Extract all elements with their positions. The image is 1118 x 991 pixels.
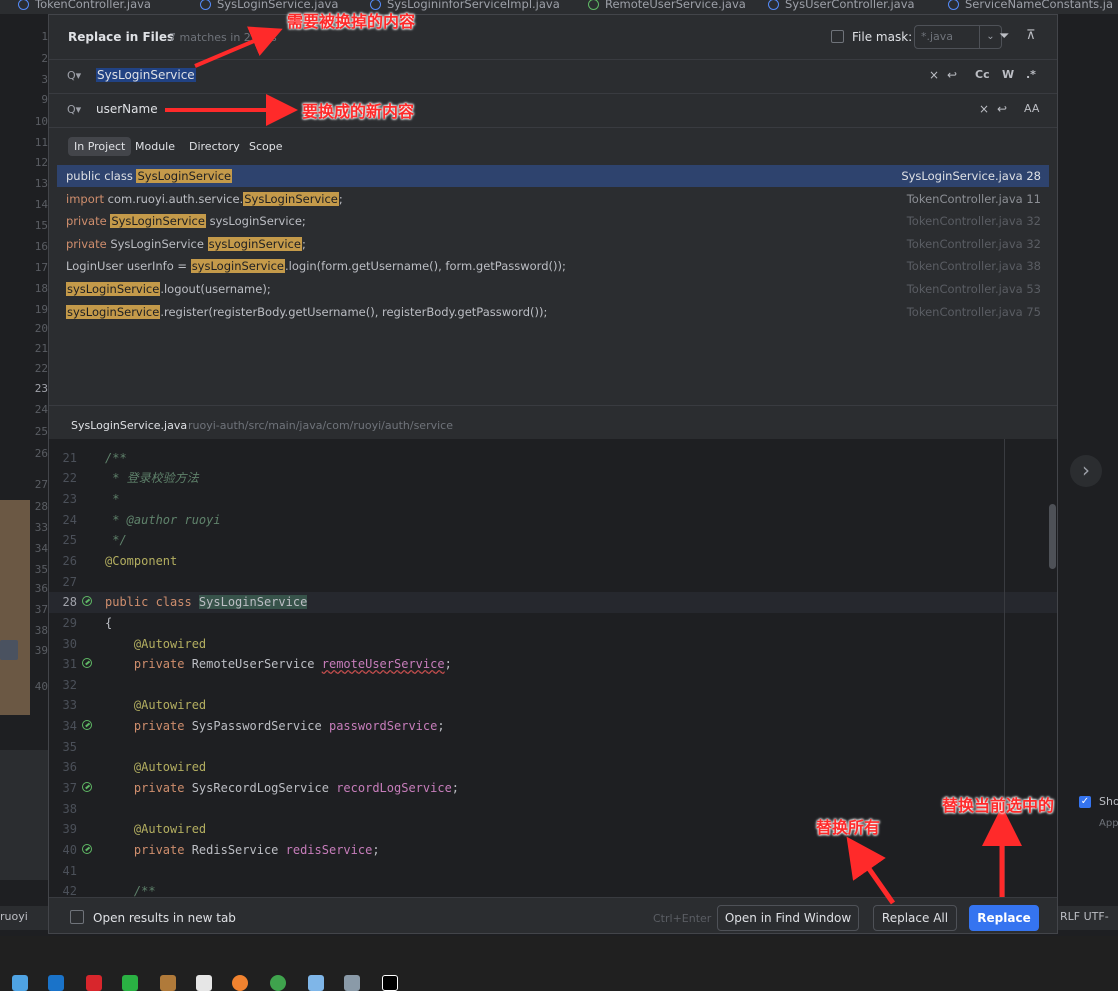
annotation-replace: 要换成的新内容 bbox=[302, 102, 415, 121]
annotation-replace-one: 替换当前选中的 bbox=[942, 796, 1055, 815]
annotation-arrows bbox=[165, 26, 1022, 905]
annotation-replace-all: 替换所有 bbox=[816, 818, 881, 837]
arrow-to-replace-all bbox=[846, 836, 896, 905]
arrow-to-find-note bbox=[194, 26, 283, 68]
annotation-find: 需要被换掉的内容 bbox=[287, 12, 416, 31]
